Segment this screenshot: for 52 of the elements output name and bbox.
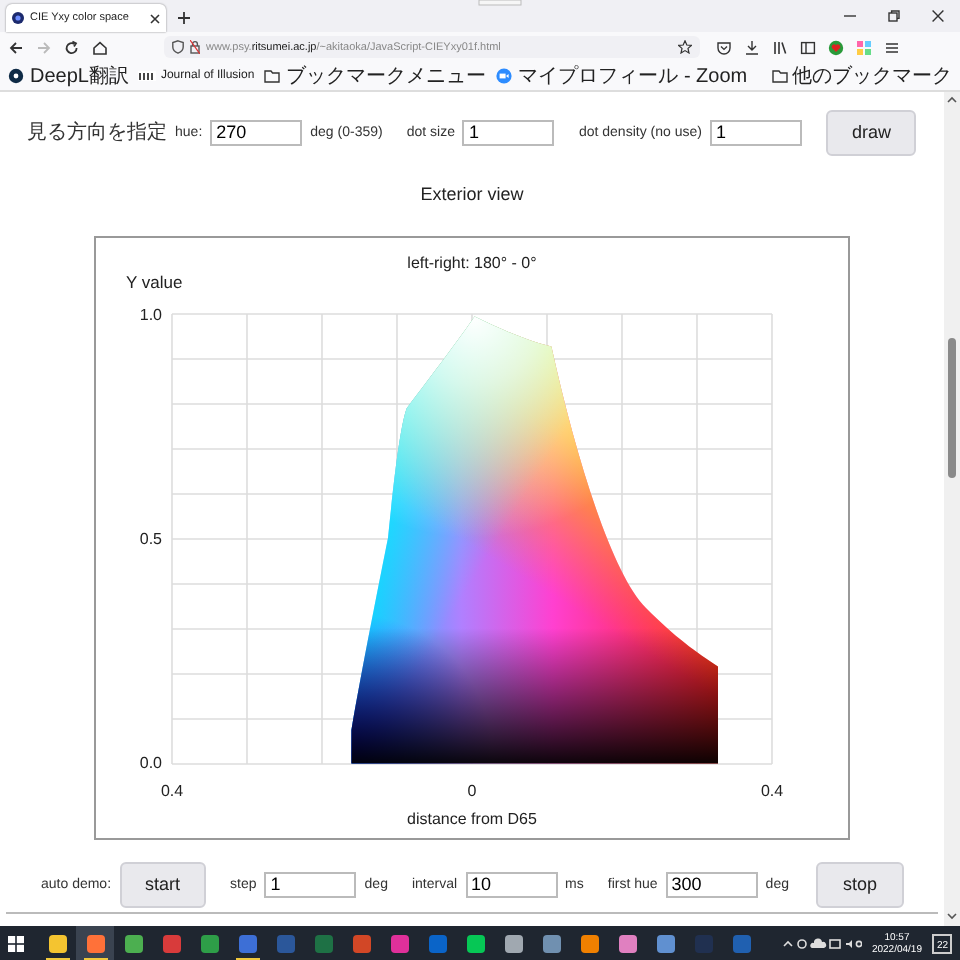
globe-icon xyxy=(12,12,24,24)
home-icon[interactable] xyxy=(92,39,108,55)
windows-logo-icon[interactable] xyxy=(8,936,24,952)
bookmark-link[interactable]: ブックマークメニュー xyxy=(286,62,487,90)
dot-size-input[interactable]: 1 xyxy=(462,119,555,145)
deepl-icon xyxy=(8,68,26,84)
pocket-icon[interactable] xyxy=(716,39,732,55)
tick-label: 0.4 xyxy=(160,782,184,800)
tick-label: 1.0 xyxy=(139,306,162,324)
start-button[interactable]: start xyxy=(119,861,207,907)
interval-input[interactable]: 10 xyxy=(465,871,558,897)
pdf-icon xyxy=(138,68,157,84)
video-camera-icon xyxy=(496,68,515,84)
library-icon[interactable] xyxy=(772,39,788,55)
sidebar-icon[interactable] xyxy=(800,39,816,55)
menu-icon[interactable] xyxy=(884,39,900,55)
extension-icon[interactable] xyxy=(828,39,844,55)
lock-icon xyxy=(190,40,200,54)
back-arrow-icon[interactable] xyxy=(8,39,24,55)
download-icon[interactable] xyxy=(744,39,760,55)
reload-icon[interactable] xyxy=(64,39,80,55)
chart-title: left-right: 180° - 0° xyxy=(407,254,537,272)
draw-button[interactable]: draw xyxy=(825,109,917,155)
plus-icon[interactable] xyxy=(178,12,190,24)
folder-icon xyxy=(772,68,788,84)
axis-title: Y value xyxy=(126,272,183,292)
close-icon[interactable] xyxy=(150,13,160,23)
system-tray-icons-drawing[interactable] xyxy=(781,936,862,952)
taskbar-app-button[interactable] xyxy=(76,926,114,960)
step-input[interactable]: 1 xyxy=(264,871,357,897)
tick-label: 0 xyxy=(467,782,477,800)
vertical-scrollbar[interactable] xyxy=(944,92,960,926)
tick-label: 0.0 xyxy=(139,754,162,772)
bookmark-link[interactable]: DeepL翻訳 xyxy=(30,62,129,90)
tick-label: 0.4 xyxy=(760,782,784,800)
bookmark-link[interactable]: マイプロフィール - Zoom xyxy=(518,62,748,90)
tick-label: 0.5 xyxy=(139,530,162,548)
first-hue-input[interactable]: 300 xyxy=(665,871,758,897)
hue-input[interactable]: 270 xyxy=(210,119,303,145)
section-heading: Exterior view xyxy=(420,184,524,208)
dot-density-input[interactable]: 1 xyxy=(709,119,802,145)
stop-button[interactable]: stop xyxy=(816,861,903,907)
restore-icon[interactable] xyxy=(888,10,900,22)
close-icon[interactable] xyxy=(932,10,944,22)
axis-title: distance from D65 xyxy=(407,810,537,828)
bookmark-link[interactable]: 他のブックマーク xyxy=(792,62,952,90)
shield-icon xyxy=(172,40,184,54)
bookmark-star-icon[interactable] xyxy=(678,40,692,54)
minimize-icon[interactable] xyxy=(844,10,856,22)
folder-icon xyxy=(264,68,283,84)
field-label: 見る方向を指定 xyxy=(27,119,168,146)
extension-icon[interactable] xyxy=(856,39,872,55)
